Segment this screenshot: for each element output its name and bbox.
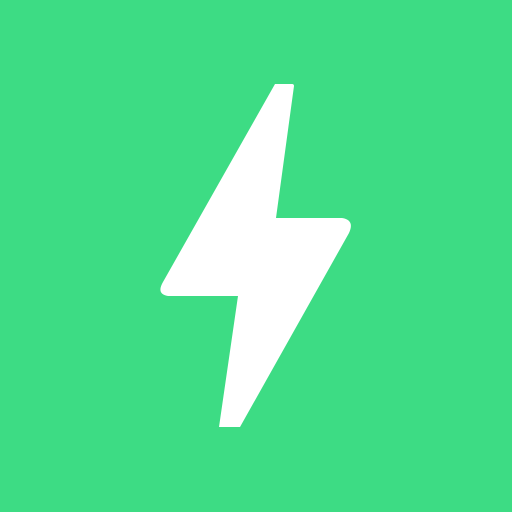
lightning-bolt-icon <box>160 84 351 427</box>
app-icon <box>0 0 512 512</box>
